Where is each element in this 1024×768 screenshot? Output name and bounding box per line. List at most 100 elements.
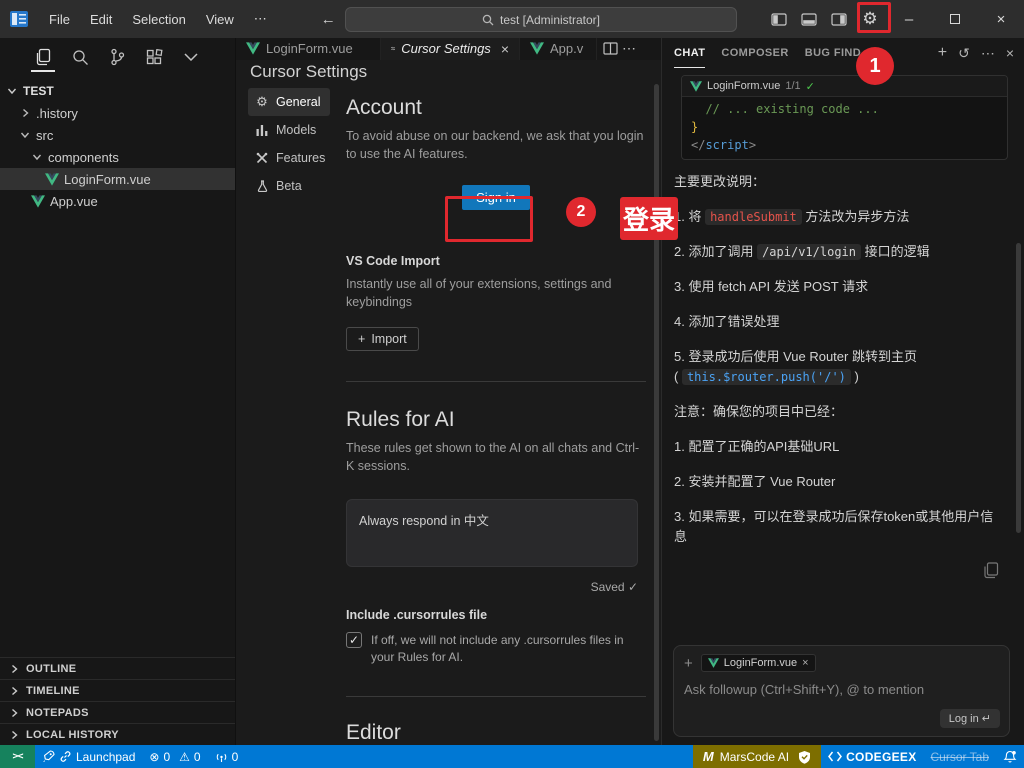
codegeex-item[interactable]: CODEGEEX <box>821 745 923 768</box>
chevron-right-icon <box>8 685 20 697</box>
chat-more-icon[interactable]: ⋯ <box>981 45 995 62</box>
chat-message: 注意：确保您的项目中已经： <box>674 402 1006 422</box>
chat-login-button[interactable]: Log in ↵ <box>940 709 1000 728</box>
editor-group: LoginForm.vue Cursor Settings × App.v ⋯ … <box>236 38 661 745</box>
panel-local-history[interactable]: LOCAL HISTORY <box>0 723 235 745</box>
code-line: } <box>691 118 1007 136</box>
chat-messages: 主要更改说明： 1. 将 handleSubmit 方法改为异步方法 2. 添加… <box>662 160 1024 579</box>
command-search-box[interactable]: test [Administrator] <box>345 7 737 32</box>
vue-file-icon <box>45 173 59 186</box>
annotation-step-1: 1 <box>856 47 894 85</box>
chat-input-box[interactable]: + LoginForm.vue × Ask followup (Ctrl+Shi… <box>673 645 1010 737</box>
chat-code-block: LoginForm.vue 1/1 ✓ // ... existing code… <box>681 75 1008 160</box>
sidebar: TEST .history src components LoginForm.v… <box>0 38 236 745</box>
panel-outline[interactable]: OUTLINE <box>0 657 235 679</box>
settings-scrollbar[interactable] <box>654 84 659 741</box>
settings-nav-features[interactable]: Features <box>248 144 330 172</box>
chat-input-placeholder: Ask followup (Ctrl+Shift+Y), @ to mentio… <box>684 682 999 697</box>
extensions-icon[interactable] <box>143 44 165 70</box>
tree-item-src[interactable]: src <box>0 124 235 146</box>
inline-code: this.$router.push('/') <box>682 369 851 385</box>
settings-nav-label: Features <box>276 151 325 165</box>
window-close-button[interactable]: × <box>978 0 1024 38</box>
chevron-down-icon <box>6 85 18 97</box>
cursorrules-checkbox[interactable]: ✓ <box>346 632 362 648</box>
cursor-tab-item[interactable]: Cursor Tab <box>924 745 996 768</box>
menu-more-icon[interactable]: ⋯ <box>244 11 277 27</box>
tree-item-label: .history <box>36 106 78 121</box>
launchpad-item[interactable]: Launchpad <box>35 745 142 768</box>
settings-nav-beta[interactable]: Beta <box>248 172 330 200</box>
chat-scrollbar[interactable] <box>1016 243 1021 533</box>
flask-icon <box>255 180 269 192</box>
launchpad-label: Launchpad <box>76 750 135 764</box>
ports-item[interactable]: 0 <box>208 745 246 768</box>
menu-file[interactable]: File <box>39 6 80 32</box>
error-icon: ⊗ <box>149 750 159 764</box>
chevron-down-icon <box>19 129 31 141</box>
settings-nav-general[interactable]: ⚙ General <box>248 88 330 116</box>
nav-back-icon[interactable]: ← <box>321 11 336 28</box>
chat-tab-bugfinder[interactable]: BUG FIND <box>805 38 861 68</box>
toggle-secondary-sidebar-icon[interactable] <box>824 5 854 33</box>
menu-edit[interactable]: Edit <box>80 6 122 32</box>
settings-page-title: Cursor Settings <box>236 60 661 84</box>
chat-tab-composer[interactable]: COMPOSER <box>721 38 788 68</box>
tab-loginform[interactable]: LoginForm.vue <box>236 38 381 60</box>
window-maximize-button[interactable] <box>932 0 978 38</box>
tab-cursor-settings[interactable]: Cursor Settings × <box>381 38 520 60</box>
add-context-icon[interactable]: + <box>684 655 693 672</box>
tree-item-history[interactable]: .history <box>0 102 235 124</box>
file-explorer-tree: TEST .history src components LoginForm.v… <box>0 76 235 657</box>
chat-close-icon[interactable]: × <box>1006 45 1014 61</box>
tree-item-loginform[interactable]: LoginForm.vue <box>0 168 235 190</box>
editor-section-heading: Editor <box>346 721 646 745</box>
marscode-item[interactable]: M MarsCode AI <box>693 745 821 768</box>
gear-icon: ⚙ <box>255 94 269 110</box>
menu-selection[interactable]: Selection <box>122 6 195 32</box>
settings-nav-models[interactable]: Models <box>248 116 330 144</box>
chat-message: 2. 安装并配置了 Vue Router <box>674 472 1006 492</box>
problems-item[interactable]: ⊗ 0 ⚠ 0 <box>142 745 207 768</box>
code-applied-check-icon: ✓ <box>806 80 815 93</box>
annotation-box-gear <box>857 2 891 33</box>
tree-item-appvue[interactable]: App.vue <box>0 190 235 212</box>
search-view-icon[interactable] <box>69 44 91 70</box>
inline-code: handleSubmit <box>705 209 802 225</box>
vue-file-icon <box>708 658 719 668</box>
tree-item-label: src <box>36 128 53 143</box>
chat-panel: CHAT COMPOSER BUG FIND + ↺ ⋯ × LoginForm… <box>661 38 1024 745</box>
tree-item-components[interactable]: components <box>0 146 235 168</box>
new-chat-icon[interactable]: + <box>938 44 947 62</box>
chip-close-icon[interactable]: × <box>802 657 808 669</box>
remote-indicator[interactable]: >< <box>0 745 35 768</box>
toggle-sidebar-icon[interactable] <box>764 5 794 33</box>
vue-file-icon <box>530 42 544 55</box>
notifications-item[interactable] <box>996 745 1024 768</box>
chat-history-icon[interactable]: ↺ <box>958 45 970 62</box>
shield-icon[interactable] <box>798 750 811 764</box>
sliders-icon <box>391 43 395 54</box>
maximize-icon <box>950 14 960 24</box>
toggle-panel-icon[interactable] <box>794 5 824 33</box>
vue-file-icon <box>690 81 702 92</box>
cursorrules-label: Include .cursorrules file <box>346 608 646 622</box>
split-editor-icon[interactable] <box>603 42 618 55</box>
activity-more-icon[interactable] <box>180 44 202 70</box>
explorer-icon[interactable] <box>32 44 54 70</box>
context-chip-loginform[interactable]: LoginForm.vue × <box>701 654 816 672</box>
source-control-icon[interactable] <box>106 44 128 70</box>
chat-tab-chat[interactable]: CHAT <box>674 38 705 68</box>
tab-appvue[interactable]: App.v <box>520 38 597 60</box>
tree-root-test[interactable]: TEST <box>0 80 235 102</box>
panel-timeline[interactable]: TIMELINE <box>0 679 235 701</box>
tab-close-icon[interactable]: × <box>501 41 509 57</box>
window-minimize-button[interactable]: – <box>886 0 932 38</box>
import-button[interactable]: + Import <box>346 327 419 351</box>
editor-more-icon[interactable]: ⋯ <box>622 40 636 57</box>
annotation-step-2: 2 <box>566 197 596 227</box>
copy-icon[interactable] <box>983 562 999 579</box>
menu-view[interactable]: View <box>196 6 244 32</box>
rules-textarea[interactable]: Always respond in 中文 <box>346 499 638 567</box>
panel-notepads[interactable]: NOTEPADS <box>0 701 235 723</box>
